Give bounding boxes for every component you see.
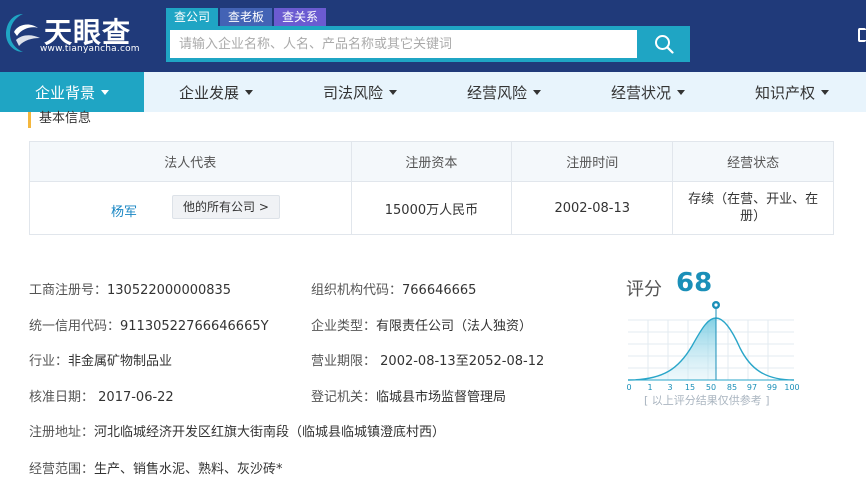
caret-down-icon — [533, 89, 541, 95]
search-tabs: 查公司 查老板 查关系 — [166, 8, 327, 26]
search-icon — [654, 35, 674, 54]
legal-rep-cell: 杨军 他的所有公司 > — [29, 181, 352, 235]
table-header-row: 法人代表 注册资本 注册时间 经营状态 — [29, 141, 834, 182]
legal-rep-link[interactable]: 杨军 — [111, 201, 137, 220]
nav-item-company-background[interactable]: 企业背景 — [0, 72, 144, 112]
field-industry: 行业：非金属矿物制品业 — [29, 354, 173, 369]
score-marker-dot-center — [714, 303, 718, 307]
basic-info-table: 法人代表 注册资本 注册时间 经营状态 杨军 他的所有公司 > 15000万人民… — [29, 141, 834, 235]
eye-logo-icon — [6, 14, 40, 52]
nav-item-company-development[interactable]: 企业发展 — [144, 72, 288, 112]
search-button[interactable] — [641, 30, 686, 58]
caret-down-icon — [389, 89, 397, 95]
tick-label: 85 — [727, 383, 737, 392]
status-value: 存续（在营、开业、在册） — [672, 181, 834, 235]
table-row: 杨军 他的所有公司 > 15000万人民币 2002-08-13 存续（在营、开… — [29, 181, 834, 235]
caret-down-icon — [821, 89, 829, 95]
header-status: 经营状态 — [672, 141, 834, 182]
tick-label: 100 — [784, 383, 799, 392]
field-authority: 登记机关：临城县市场监督管理局 — [311, 390, 507, 405]
header-legal-rep: 法人代表 — [29, 141, 352, 182]
capital-value: 15000万人民币 — [350, 181, 513, 235]
tick-label: 15 — [685, 383, 695, 392]
field-address: 注册地址：河北临城经济开发区红旗大街南段（临城县临城镇澄底村西） — [29, 425, 446, 440]
field-company-type: 企业类型：有限责任公司（法人独资） — [311, 319, 533, 334]
logo-url: www.tianyancha.com — [40, 44, 140, 54]
section-title: 基本信息 — [28, 112, 91, 128]
search-box — [166, 26, 690, 62]
nav-item-operation-status[interactable]: 经营状况 — [576, 72, 720, 112]
caret-down-icon — [245, 89, 253, 95]
phone-icon[interactable] — [858, 28, 866, 42]
tab-search-company[interactable]: 查公司 — [166, 8, 219, 26]
header-capital: 注册资本 — [350, 141, 513, 182]
header-reg-date: 注册时间 — [511, 141, 674, 182]
tick-label: 1 — [647, 383, 652, 392]
field-credit-code: 统一信用代码：91130522766646665Y — [29, 319, 269, 334]
nav-item-intellectual-property[interactable]: 知识产权 — [720, 72, 864, 112]
search-input[interactable] — [170, 30, 637, 58]
tab-search-relation[interactable]: 查关系 — [274, 8, 327, 26]
tab-search-boss[interactable]: 查老板 — [220, 8, 273, 26]
reg-date-value: 2002-08-13 — [511, 181, 674, 235]
score-value: 68 — [676, 268, 713, 298]
axis-ticks: 0 1 3 15 50 85 97 99 100 — [626, 383, 799, 392]
score-distribution-chart: 0 1 3 15 50 85 97 99 100 — [626, 301, 800, 392]
tick-label: 99 — [767, 383, 777, 392]
logo[interactable]: 天眼查 www.tianyancha.com — [0, 8, 140, 64]
field-reg-no: 工商注册号：130522000000835 — [29, 283, 232, 298]
field-approval-date: 核准日期： 2017-06-22 — [29, 390, 174, 405]
main-nav: 企业背景 企业发展 司法风险 经营风险 经营状况 知识产权 — [0, 72, 866, 112]
tick-label: 0 — [626, 383, 631, 392]
field-org-code: 组织机构代码：766646665 — [311, 283, 477, 298]
score-disclaimer: [ 以上评分结果仅供参考 ] — [644, 394, 770, 407]
nav-item-operation-risk[interactable]: 经营风险 — [432, 72, 576, 112]
all-companies-button[interactable]: 他的所有公司 > — [172, 195, 280, 219]
top-header: 天眼查 www.tianyancha.com 查公司 查老板 查关系 — [0, 0, 866, 72]
tick-label: 3 — [667, 383, 672, 392]
caret-down-icon — [677, 89, 685, 95]
field-scope: 经营范围：生产、销售水泥、熟料、灰沙砖* — [29, 462, 283, 477]
field-term: 营业期限： 2002-08-13至2052-08-12 — [311, 354, 545, 369]
tick-label: 50 — [706, 383, 716, 392]
tick-label: 97 — [747, 383, 757, 392]
nav-item-judicial-risk[interactable]: 司法风险 — [288, 72, 432, 112]
caret-down-icon — [101, 89, 109, 95]
